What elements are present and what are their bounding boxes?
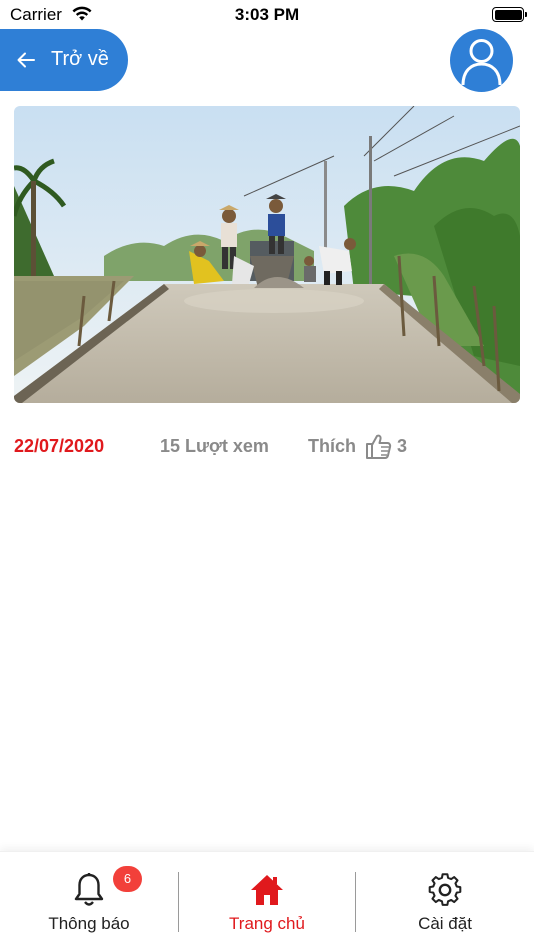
tab-label-home: Trang chủ xyxy=(229,914,305,933)
bottom-tab-bar: 6 Thông báo Trang chủ Cài đặt xyxy=(0,851,534,950)
post-date: 22/07/2020 xyxy=(14,436,105,456)
tab-settings[interactable]: Cài đặt xyxy=(356,852,534,950)
user-avatar[interactable] xyxy=(450,29,513,92)
tab-home[interactable]: Trang chủ xyxy=(178,852,356,950)
gear-icon xyxy=(428,873,462,906)
user-icon xyxy=(461,39,502,86)
post-photo xyxy=(14,106,520,403)
battery-icon xyxy=(492,7,527,22)
tab-label-settings: Cài đặt xyxy=(418,914,472,933)
bell-icon xyxy=(74,873,104,906)
thumbs-up-icon xyxy=(366,434,392,459)
tab-notifications[interactable]: 6 Thông báo xyxy=(0,852,178,950)
status-bar: Carrier 3:03 PM xyxy=(0,0,534,30)
home-icon xyxy=(251,875,283,905)
tab-label-notifications: Thông báo xyxy=(48,914,130,933)
status-time: 3:03 PM xyxy=(234,5,300,24)
like-label: Thích xyxy=(308,435,356,456)
construction-scene-image xyxy=(14,106,520,403)
view-count: 15 Lượt xem xyxy=(160,436,269,456)
arrow-left-icon xyxy=(17,52,35,68)
like-button[interactable]: Thích 3 xyxy=(308,430,407,462)
back-button-label: Trở về xyxy=(51,48,109,70)
like-count: 3 xyxy=(397,435,408,456)
notification-badge: 6 xyxy=(113,866,142,892)
back-button[interactable]: Trở về xyxy=(0,29,128,91)
